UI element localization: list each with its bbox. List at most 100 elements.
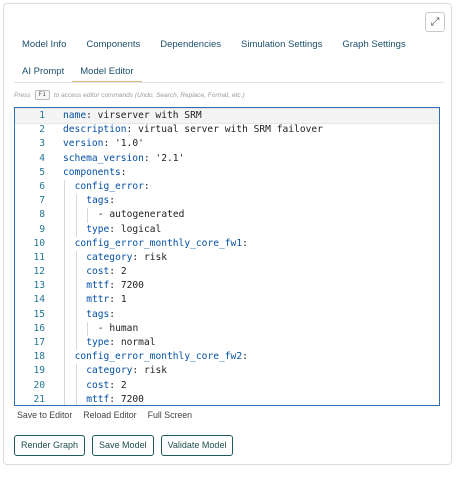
code-line: 4 schema_version: '2.1' [15, 152, 439, 166]
code-line: 13 mttf: 7200 [15, 279, 439, 294]
line-number: 4 [39, 152, 45, 164]
indent-guide [64, 321, 65, 336]
tabs-row-secondary: AI Prompt Model Editor [14, 66, 142, 82]
code-text: components: [63, 166, 127, 180]
yaml-key: cost [86, 266, 110, 278]
yaml-key: config_error_monthly_core_fw1 [74, 237, 243, 249]
code-text: tags: [86, 194, 115, 208]
validate-model-button[interactable]: Validate Model [160, 435, 234, 456]
code-line: 8 - autogenerated [15, 208, 439, 223]
code-text: - human [98, 322, 138, 336]
code-text: cost: 2 [86, 379, 126, 393]
yaml-key: mttf [86, 280, 110, 292]
indent-guide [75, 265, 77, 280]
indent-guide [87, 208, 89, 223]
indent-guide [64, 336, 65, 351]
tab-ai-prompt[interactable]: AI Prompt [14, 66, 72, 81]
yaml-key: cost [86, 379, 110, 391]
yaml-key: config_error_monthly_core_fw2 [74, 351, 243, 363]
render-graph-button[interactable]: Render Graph [14, 435, 86, 456]
indent-guide [75, 222, 77, 237]
line-number: 9 [39, 223, 45, 235]
save-model-button[interactable]: Save Model [92, 435, 154, 456]
yaml-colon: : [109, 308, 116, 320]
code-line: 20 cost: 2 [15, 378, 439, 393]
indent-guide [75, 392, 77, 405]
code-line: 5 components: [15, 166, 439, 180]
yaml-key: mttf [86, 393, 110, 405]
code-line: 6 config_error: [15, 179, 439, 195]
expand-arrows-icon: ⤢ [430, 15, 440, 28]
tab-simulation-settings[interactable]: Simulation Settings [233, 39, 330, 54]
yaml-colon: : [120, 166, 127, 178]
indent-guide [75, 250, 77, 266]
tab-dependencies[interactable]: Dependencies [152, 39, 229, 54]
code-editor[interactable]: 1 name: virserver with SRM 2 description: v… [14, 107, 440, 406]
code-line: 3 version: '1.0' [15, 137, 439, 151]
line-number: 11 [33, 251, 45, 263]
line-number: 19 [33, 365, 45, 377]
yaml-value: '1.0' [109, 138, 144, 150]
line-number: 1 [39, 110, 45, 121]
code-text: version: '1.0' [63, 137, 144, 151]
indent-guide [64, 392, 65, 405]
yaml-key: version [63, 138, 104, 150]
line-number: 3 [39, 138, 45, 150]
yaml-key: type [86, 337, 110, 348]
yaml-key: category [86, 251, 133, 263]
indent-guide [75, 293, 77, 308]
tab-model-info[interactable]: Model Info [14, 39, 74, 54]
code-line: 7 tags: [15, 194, 439, 209]
editor-actions: Save to Editor Reload Editor Full Screen [17, 410, 203, 420]
code-text: mttr: 1 [86, 293, 126, 307]
line-number: 14 [33, 294, 45, 306]
indent-guide [64, 236, 65, 251]
expand-button[interactable]: ⤢ [425, 12, 445, 32]
code-line: 15 tags: [15, 307, 439, 322]
line-number: 17 [33, 337, 45, 348]
reload-editor-link[interactable]: Reload Editor [83, 410, 136, 420]
code-text: category: risk [86, 364, 167, 378]
tab-components[interactable]: Components [78, 39, 148, 54]
line-number: 18 [33, 351, 45, 363]
indent-guide [75, 336, 77, 351]
yaml-colon: : [109, 195, 116, 207]
line-number: 2 [39, 124, 45, 136]
code-text: type: logical [86, 223, 161, 237]
yaml-value: normal [115, 337, 156, 348]
tab-graph-settings[interactable]: Graph Settings [334, 39, 413, 54]
code-text: - autogenerated [98, 208, 185, 222]
tab-model-editor[interactable]: Model Editor [72, 66, 142, 82]
yaml-key: tags [86, 308, 110, 320]
code-text: schema_version: '2.1' [63, 152, 184, 166]
indent-guide [64, 279, 65, 294]
yaml-value: logical [115, 223, 162, 235]
code-text: config_error_monthly_core_fw2: [75, 350, 248, 364]
line-number: 7 [39, 195, 45, 207]
code-line: 18 config_error_monthly_core_fw2: [15, 350, 439, 365]
yaml-value: 7200 [115, 280, 144, 292]
model-actions: Render Graph Save Model Validate Model [14, 435, 240, 456]
code-text: config_error: [75, 180, 150, 194]
indent-guide [64, 307, 65, 322]
full-screen-link[interactable]: Full Screen [148, 410, 193, 420]
save-to-editor-link[interactable]: Save to Editor [17, 410, 72, 420]
indent-guide [75, 279, 77, 294]
code-line: 19 category: risk [15, 364, 439, 379]
yaml-key: tags [86, 195, 110, 207]
indent-guide [64, 222, 65, 237]
yaml-key: category [86, 365, 133, 377]
indent-guide [75, 307, 77, 322]
indent-guide [87, 321, 89, 336]
indent-guide [75, 364, 77, 379]
indent-guide [64, 293, 65, 308]
code-line: 10 config_error_monthly_core_fw1: [15, 236, 439, 251]
yaml-key: config_error [74, 180, 144, 192]
hint-prefix: Press [14, 91, 31, 99]
line-number: 8 [39, 209, 45, 221]
code-line: 21 mttf: 7200 [15, 392, 439, 405]
hint-key: F1 [34, 90, 50, 100]
code-line: 12 cost: 2 [15, 265, 439, 280]
indent-guide [64, 194, 65, 209]
yaml-colon: : [242, 351, 248, 363]
